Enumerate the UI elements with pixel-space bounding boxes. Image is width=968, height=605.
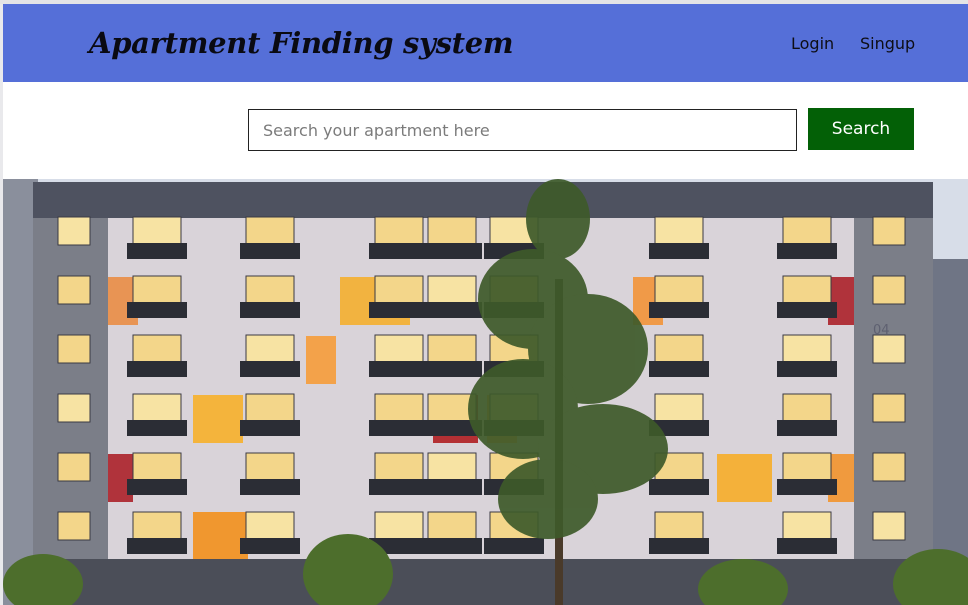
window xyxy=(374,393,424,423)
search-input[interactable] xyxy=(248,109,797,151)
balcony xyxy=(649,361,709,377)
ground-floor xyxy=(33,559,933,605)
accent-panel xyxy=(193,512,248,560)
window xyxy=(872,452,906,482)
window xyxy=(374,511,424,541)
login-link[interactable]: Login xyxy=(791,34,834,53)
balcony xyxy=(240,361,300,377)
balcony xyxy=(240,479,300,495)
balcony xyxy=(649,538,709,554)
window xyxy=(374,216,424,246)
window xyxy=(132,511,182,541)
window xyxy=(782,216,832,246)
accent-panel xyxy=(717,454,772,502)
building-number: 04 xyxy=(873,323,890,338)
window xyxy=(132,216,182,246)
window xyxy=(427,511,477,541)
search-section: Search xyxy=(3,82,968,179)
balcony xyxy=(649,302,709,318)
left-side-building xyxy=(3,179,38,605)
window xyxy=(57,452,91,482)
window xyxy=(654,393,704,423)
window xyxy=(782,452,832,482)
building-roof xyxy=(33,182,933,218)
window xyxy=(57,511,91,541)
balcony xyxy=(369,479,429,495)
window xyxy=(245,216,295,246)
balcony xyxy=(777,420,837,436)
window xyxy=(654,334,704,364)
balcony xyxy=(369,361,429,377)
accent-panel xyxy=(193,395,243,443)
balcony xyxy=(127,302,187,318)
window xyxy=(245,393,295,423)
balcony xyxy=(422,479,482,495)
window xyxy=(57,393,91,423)
search-button[interactable]: Search xyxy=(808,108,914,150)
balcony xyxy=(369,243,429,259)
window xyxy=(872,275,906,305)
balcony xyxy=(649,243,709,259)
window xyxy=(245,452,295,482)
window xyxy=(57,334,91,364)
window xyxy=(654,275,704,305)
window xyxy=(427,452,477,482)
window xyxy=(427,216,477,246)
window xyxy=(374,334,424,364)
balcony xyxy=(422,302,482,318)
accent-panel xyxy=(306,336,336,384)
navbar: Apartment Finding system Login Singup xyxy=(3,4,968,82)
signup-link[interactable]: Singup xyxy=(860,34,915,53)
window xyxy=(132,334,182,364)
balcony xyxy=(127,361,187,377)
balcony xyxy=(777,302,837,318)
window xyxy=(245,275,295,305)
balcony xyxy=(127,479,187,495)
balcony xyxy=(777,361,837,377)
balcony xyxy=(240,302,300,318)
window xyxy=(427,275,477,305)
window xyxy=(654,511,704,541)
balcony xyxy=(484,538,544,554)
balcony xyxy=(649,479,709,495)
window xyxy=(132,275,182,305)
balcony xyxy=(369,420,429,436)
window xyxy=(872,393,906,423)
hero-image: 04 xyxy=(3,179,968,605)
balcony xyxy=(240,243,300,259)
window xyxy=(374,452,424,482)
balcony xyxy=(777,243,837,259)
window xyxy=(57,275,91,305)
balcony xyxy=(777,479,837,495)
balcony xyxy=(422,538,482,554)
window xyxy=(782,393,832,423)
balcony xyxy=(127,538,187,554)
balcony xyxy=(422,361,482,377)
balcony xyxy=(240,538,300,554)
apartment-building-photo: 04 xyxy=(3,179,968,605)
window xyxy=(374,275,424,305)
window xyxy=(782,511,832,541)
window xyxy=(427,334,477,364)
window xyxy=(245,511,295,541)
balcony xyxy=(369,302,429,318)
window xyxy=(872,334,906,364)
balcony xyxy=(127,243,187,259)
window xyxy=(782,275,832,305)
balcony xyxy=(777,538,837,554)
window xyxy=(132,393,182,423)
balcony xyxy=(127,420,187,436)
window xyxy=(132,452,182,482)
balcony xyxy=(240,420,300,436)
window xyxy=(245,334,295,364)
window xyxy=(872,216,906,246)
window xyxy=(782,334,832,364)
window xyxy=(57,216,91,246)
window xyxy=(872,511,906,541)
window xyxy=(654,216,704,246)
balcony xyxy=(422,243,482,259)
brand-title: Apartment Finding system xyxy=(89,26,514,60)
